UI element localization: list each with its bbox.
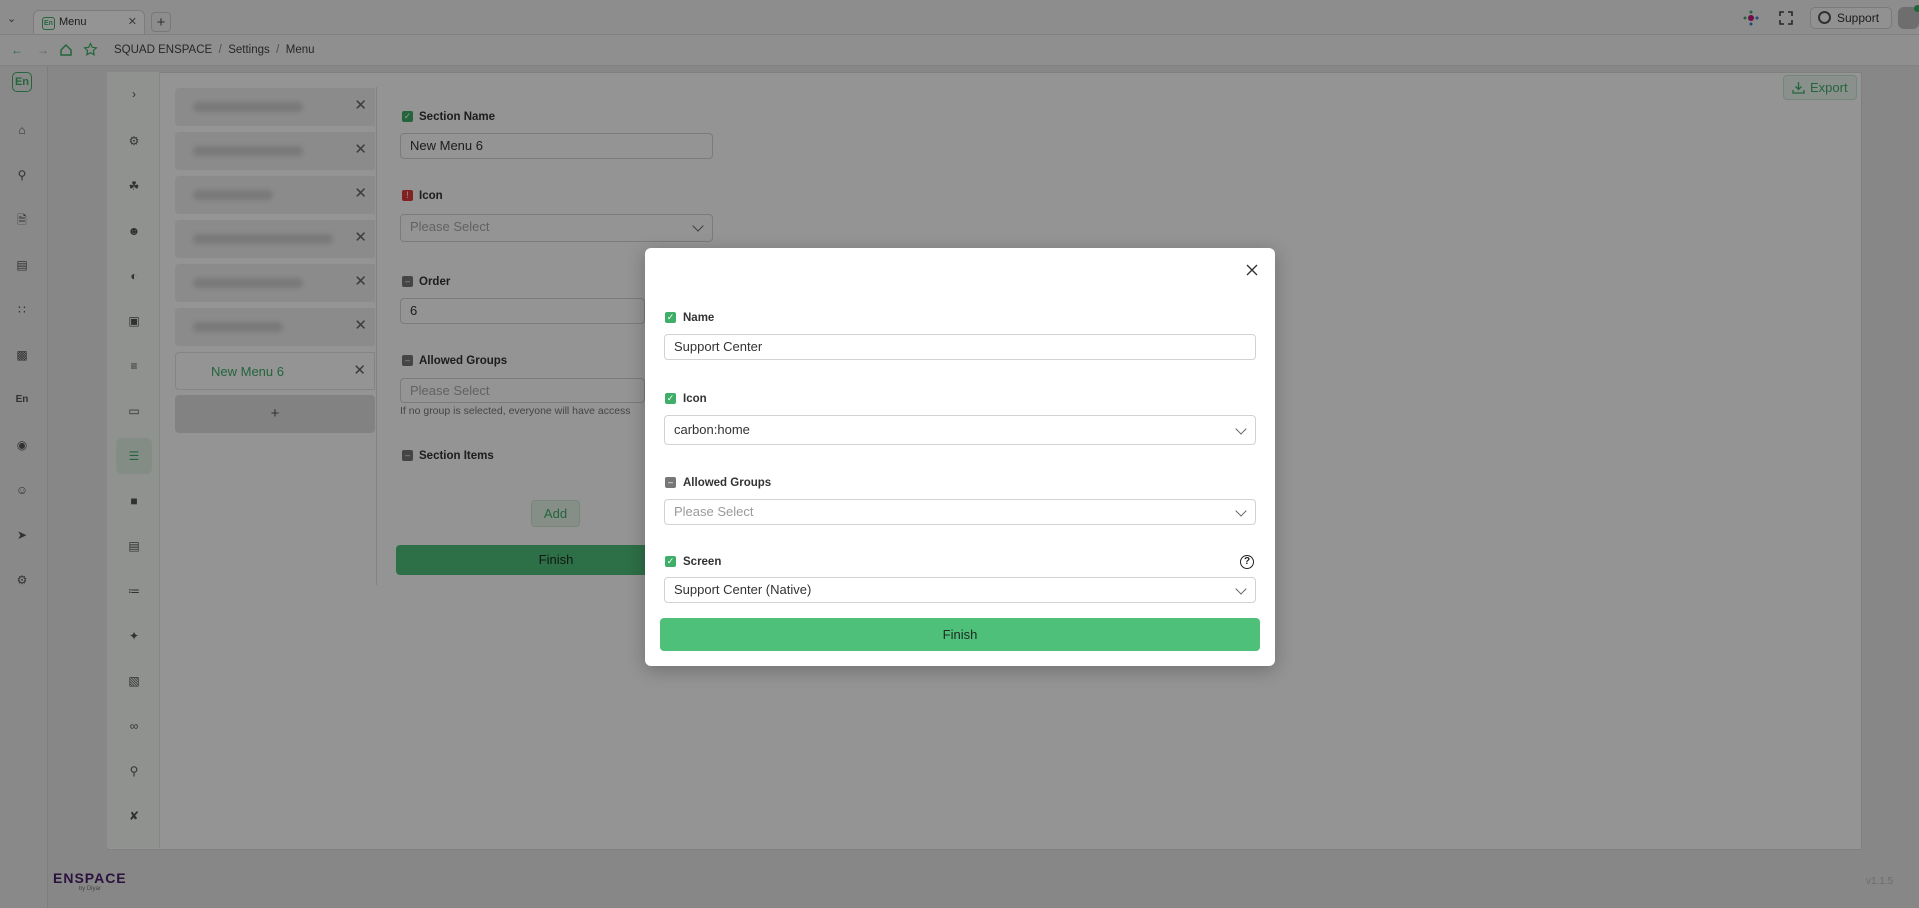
icon-select-value: carbon:home	[674, 422, 750, 437]
chevron-down-icon	[1235, 505, 1247, 517]
checkbox-checked-icon[interactable]: ✓	[665, 556, 676, 567]
menu-item-modal	[645, 248, 1275, 666]
icon-label: Icon	[683, 393, 707, 405]
checkbox-indeterminate-icon[interactable]: –	[665, 477, 676, 488]
close-icon[interactable]	[1244, 262, 1260, 278]
allowed-groups-select[interactable]: Please Select	[664, 499, 1256, 525]
screen-select[interactable]: Support Center (Native)	[664, 577, 1256, 603]
name-label: Name	[683, 312, 715, 324]
name-input[interactable]: Support Center	[664, 334, 1256, 360]
screen-select-value: Support Center (Native)	[674, 582, 812, 597]
chevron-down-icon	[1235, 583, 1247, 595]
checkbox-checked-icon[interactable]: ✓	[665, 393, 676, 404]
modal-finish-button[interactable]: Finish	[660, 618, 1260, 651]
allowed-groups-label: Allowed Groups	[683, 477, 772, 489]
checkbox-checked-icon[interactable]: ✓	[665, 312, 676, 323]
help-icon[interactable]: ?	[1240, 555, 1254, 569]
screen-label: Screen	[683, 556, 722, 568]
icon-select[interactable]: carbon:home	[664, 415, 1256, 445]
allowed-groups-placeholder: Please Select	[674, 504, 754, 519]
chevron-down-icon	[1235, 423, 1247, 435]
